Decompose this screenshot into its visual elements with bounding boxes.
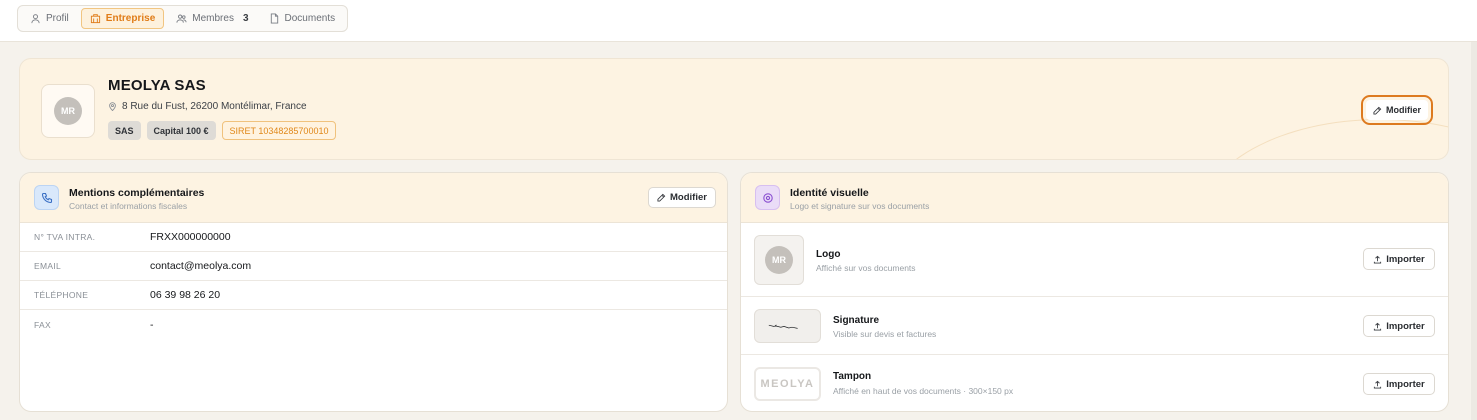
edit-icon	[657, 193, 666, 202]
mentions-modify-label: Modifier	[670, 192, 707, 203]
building-icon	[90, 14, 100, 24]
tab-entreprise-label: Entreprise	[105, 13, 156, 24]
tab-profil[interactable]: Profil	[22, 8, 77, 29]
mentions-subtitle: Contact et informations fiscales	[69, 201, 188, 211]
company-address-text: 8 Rue du Fust, 26200 Montélimar, France	[122, 101, 307, 112]
signature-title: Signature	[833, 315, 880, 326]
scrollbar[interactable]	[1471, 42, 1477, 420]
capital-badge: Capital 100 €	[146, 121, 216, 140]
visual-subtitle: Logo et signature sur vos documents	[790, 201, 930, 211]
company-modify-button[interactable]: Modifier	[1366, 100, 1428, 120]
visual-header: Identité visuelle Logo et signature sur …	[741, 173, 1448, 223]
top-bar: Profil Entreprise Membres 3 Documents	[0, 0, 1477, 42]
stamp-subtitle: Affiché en haut de vos documents · 300×1…	[833, 386, 1014, 396]
upload-icon	[1374, 255, 1382, 264]
tab-documents[interactable]: Documents	[261, 8, 344, 29]
mentions-header: Mentions complémentaires Contact et info…	[20, 173, 727, 223]
stamp-thumbnail: MEOLYA	[754, 367, 821, 401]
company-name: MEOLYA SAS	[108, 77, 206, 94]
stamp-title: Tampon	[833, 371, 872, 382]
edit-icon	[1373, 106, 1382, 115]
signature-thumbnail	[754, 309, 821, 343]
signature-row: Signature Visible sur devis et factures …	[741, 297, 1448, 355]
mentions-modify-button[interactable]: Modifier	[648, 187, 716, 208]
stamp-import-button[interactable]: Importer	[1363, 373, 1435, 395]
legal-form-badge: SAS	[108, 121, 141, 140]
logo-avatar: MR	[765, 246, 793, 274]
members-count: 3	[242, 13, 249, 24]
logo-import-button[interactable]: Importer	[1363, 248, 1435, 270]
target-icon	[762, 192, 773, 203]
users-icon	[176, 14, 187, 23]
map-pin-icon	[109, 102, 116, 111]
vat-label: N° TVA INTRA.	[34, 232, 96, 242]
phone-value: 06 39 98 26 20	[150, 289, 221, 301]
signature-import-button[interactable]: Importer	[1363, 315, 1435, 337]
logo-import-label: Importer	[1386, 253, 1425, 265]
company-modify-label: Modifier	[1386, 105, 1421, 115]
phone-label: TÉLÉPHONE	[34, 290, 89, 300]
phone-row: TÉLÉPHONE 06 39 98 26 20	[20, 281, 727, 310]
phone-icon	[41, 192, 52, 203]
phone-icon-box	[34, 185, 59, 210]
tab-profil-label: Profil	[46, 13, 69, 24]
company-logo-box: MR	[41, 84, 95, 138]
tab-membres-label: Membres	[192, 13, 234, 24]
company-badges: SAS Capital 100 € SIRET 10348285700010	[108, 121, 337, 140]
stamp-image-text: MEOLYA	[760, 378, 815, 390]
fax-row: FAX -	[20, 310, 727, 339]
tab-documents-label: Documents	[284, 13, 336, 24]
signature-subtitle: Visible sur devis et factures	[833, 329, 937, 339]
email-value: contact@meolya.com	[150, 260, 252, 272]
mentions-panel: Mentions complémentaires Contact et info…	[19, 172, 728, 412]
upload-icon	[1374, 322, 1382, 331]
company-card: MR MEOLYA SAS 8 Rue du Fust, 26200 Monté…	[19, 58, 1449, 160]
stamp-row: MEOLYA Tampon Affiché en haut de vos doc…	[741, 355, 1448, 411]
company-address: 8 Rue du Fust, 26200 Montélimar, France	[108, 101, 307, 112]
signature-import-label: Importer	[1386, 320, 1425, 332]
visual-identity-panel: Identité visuelle Logo et signature sur …	[740, 172, 1449, 412]
logo-subtitle: Affiché sur vos documents	[816, 263, 916, 273]
logo-row: MR Logo Affiché sur vos documents Import…	[741, 223, 1448, 297]
logo-title: Logo	[816, 249, 841, 260]
company-avatar: MR	[54, 97, 82, 125]
tab-membres[interactable]: Membres 3	[168, 8, 256, 29]
visual-title: Identité visuelle	[790, 187, 869, 199]
stamp-import-label: Importer	[1386, 378, 1425, 390]
palette-icon-box	[755, 185, 780, 210]
email-row: EMAIL contact@meolya.com	[20, 252, 727, 281]
vat-value: FRXX000000000	[150, 231, 231, 243]
upload-icon	[1374, 380, 1382, 389]
fax-value: -	[150, 318, 154, 331]
email-label: EMAIL	[34, 261, 62, 271]
tab-bar: Profil Entreprise Membres 3 Documents	[17, 5, 349, 32]
mentions-title: Mentions complémentaires	[69, 187, 205, 199]
document-icon	[270, 13, 278, 24]
signature-image	[768, 324, 798, 329]
vat-row: N° TVA INTRA. FRXX000000000	[20, 223, 727, 252]
company-modify-highlight: Modifier	[1361, 95, 1433, 125]
user-icon	[31, 14, 40, 24]
siret-badge: SIRET 10348285700010	[221, 121, 337, 140]
tab-entreprise[interactable]: Entreprise	[80, 8, 165, 29]
decorative-arc	[1200, 119, 1448, 159]
logo-thumbnail: MR	[754, 235, 804, 285]
fax-label: FAX	[34, 319, 51, 330]
